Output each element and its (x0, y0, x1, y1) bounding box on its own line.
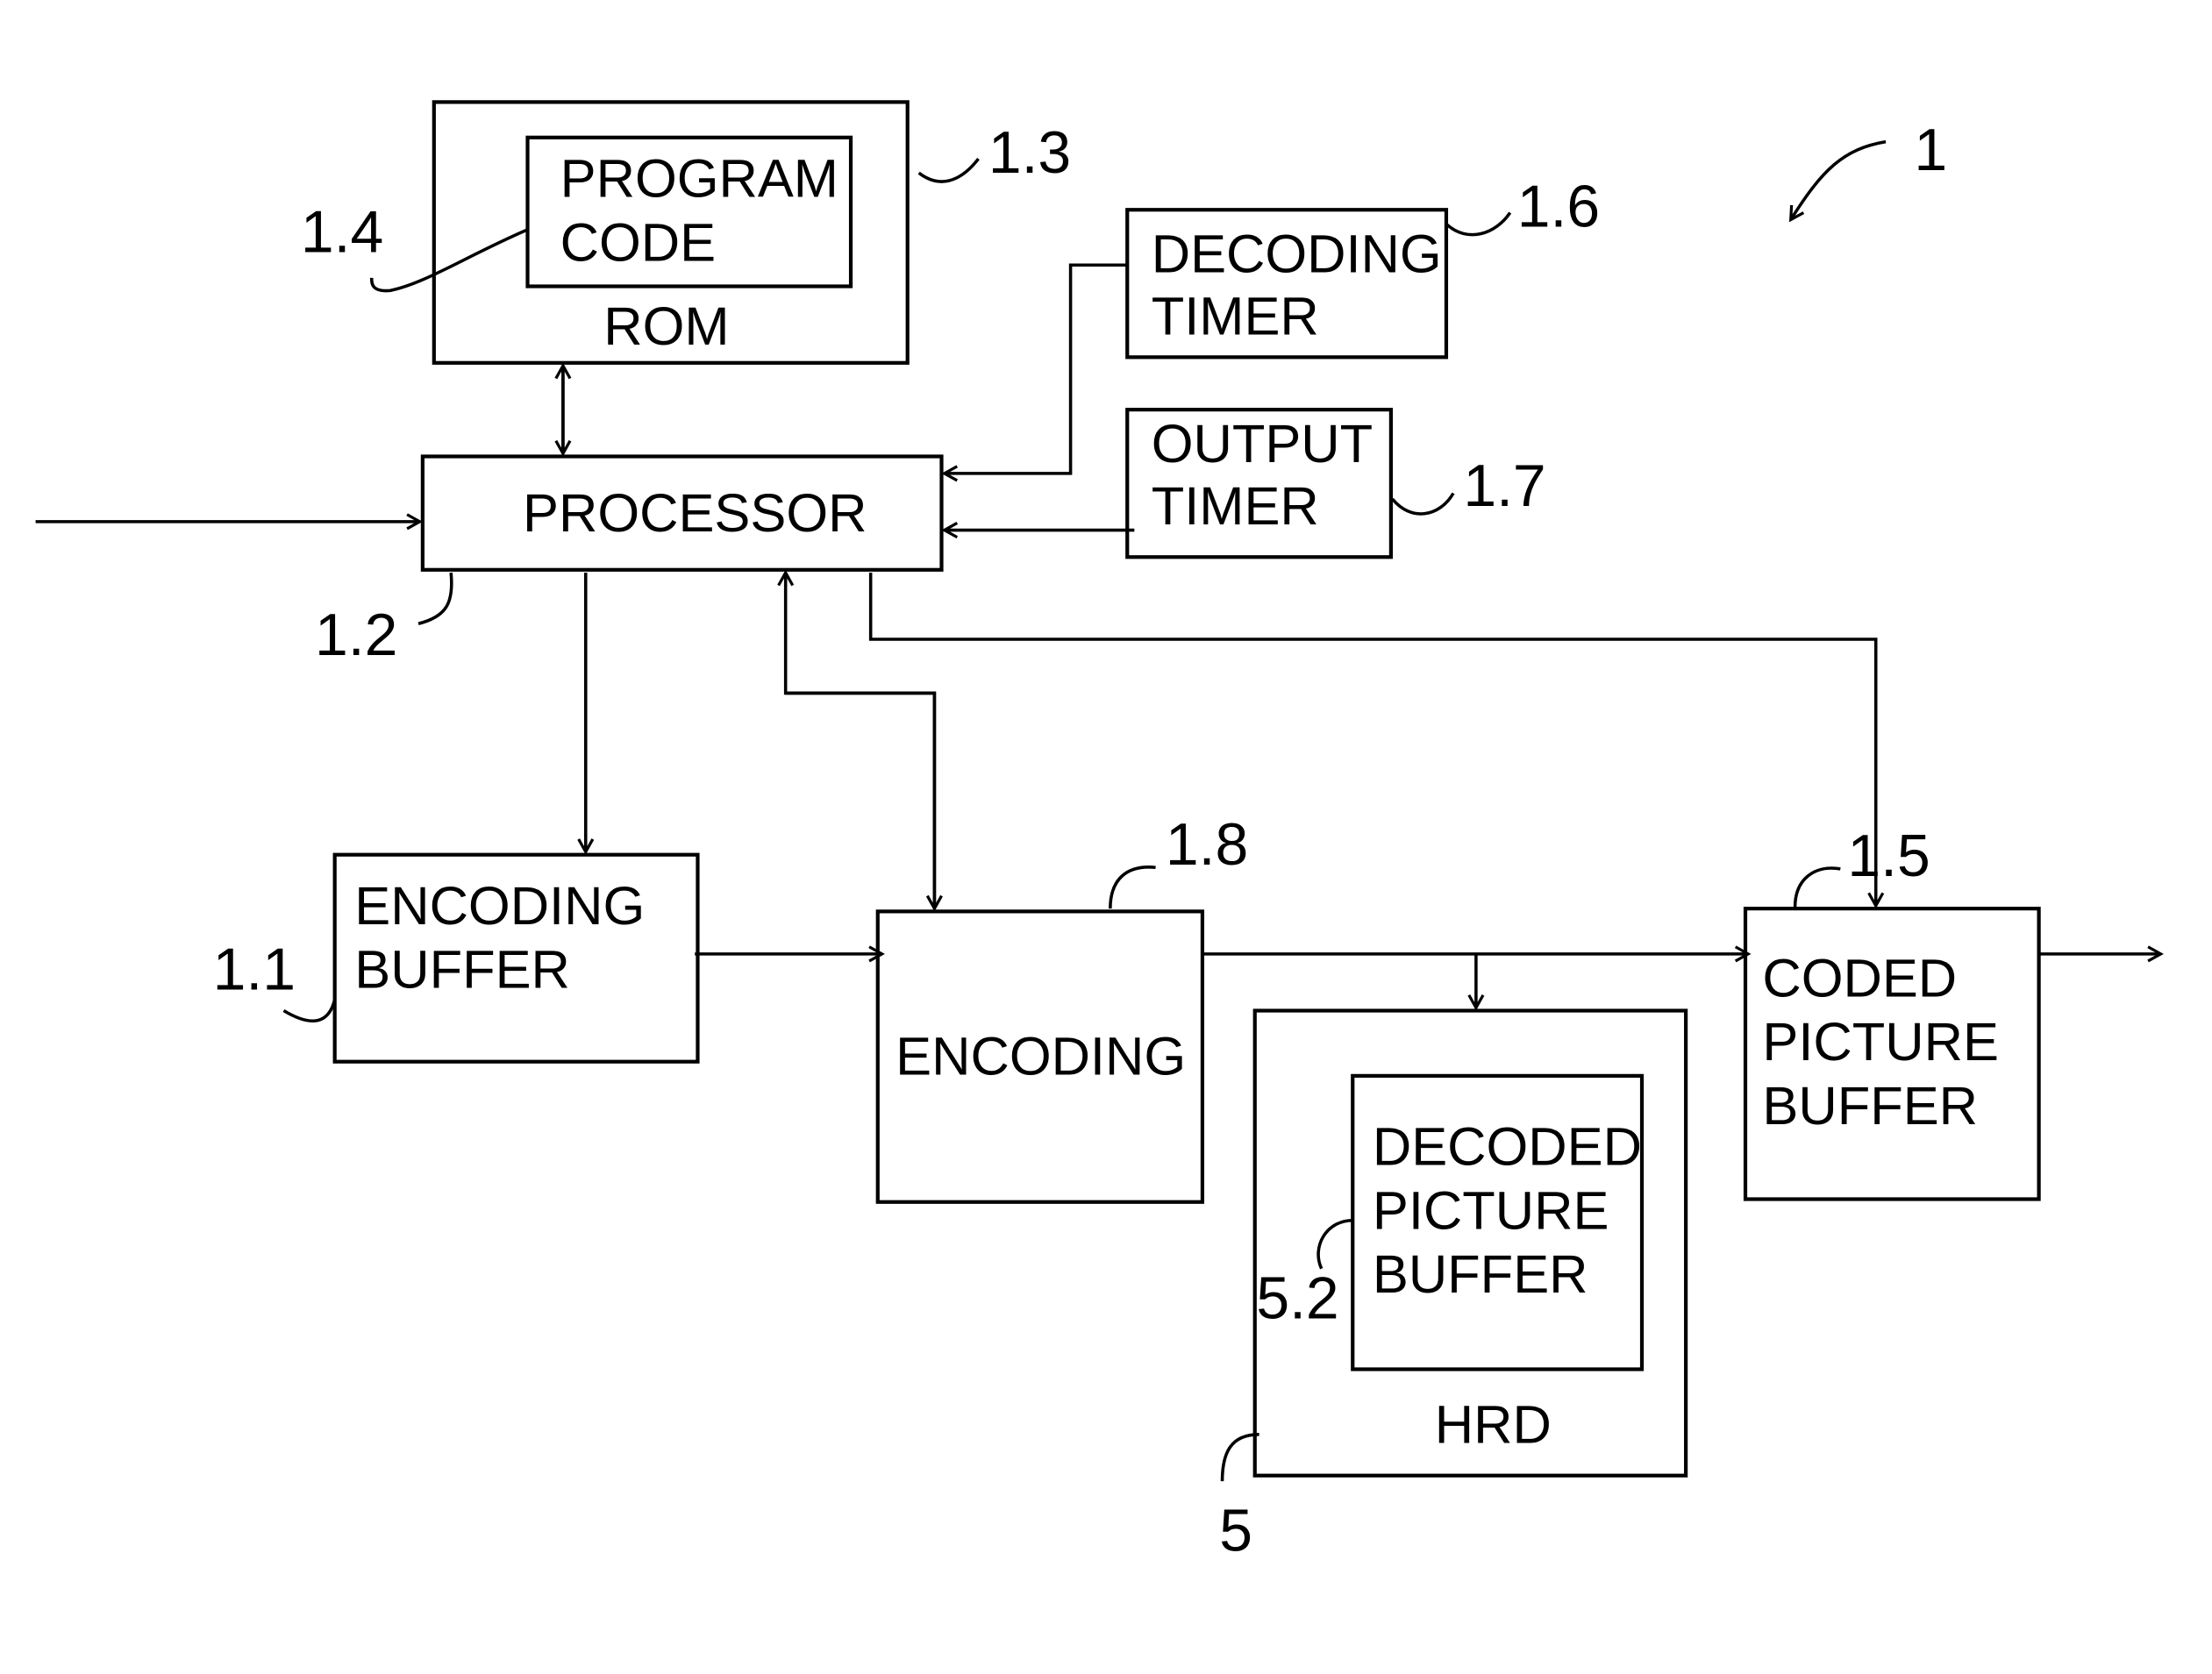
coded-picture-buffer-block: CODED PICTURE BUFFER (1743, 907, 2041, 1201)
dpb-line-1: DECODED (1373, 1117, 1642, 1178)
program-code-block: PROGRAM CODE (525, 135, 853, 288)
dpb-line-2: PICTURE (1373, 1180, 1609, 1241)
decoding-timer-to-processor-arrow (945, 263, 1128, 474)
leader-1-7 (1391, 492, 1455, 516)
decoding-timer-block: DECODING TIMER (1125, 208, 1449, 360)
ref-1-1: 1.1 (213, 937, 296, 1002)
decoding-timer-line-2: TIMER (1152, 286, 1319, 346)
decoding-timer-line-1: DECODING (1152, 224, 1442, 284)
leader-1-8 (1109, 865, 1156, 909)
leader-1-2 (417, 572, 453, 625)
cpb-line-1: CODED (1762, 948, 1957, 1008)
encoding-buffer-line-1: ENCODING (354, 876, 645, 937)
ref-1-6: 1.6 (1517, 175, 1600, 240)
decoded-picture-buffer-block: DECODED PICTURE BUFFER (1351, 1073, 1645, 1371)
processor-to-cpb-arrow (868, 573, 1876, 906)
block-diagram: ROM PROGRAM CODE 1.4 1.3 1 DECODING TIME… (35, 100, 2212, 1564)
output-timer-block: OUTPUT TIMER (1125, 408, 1394, 559)
processor-block: PROCESSOR (420, 454, 944, 572)
leader-1-5 (1793, 866, 1841, 908)
cpb-line-3: BUFFER (1762, 1076, 1978, 1136)
figure-ref-arrow (1791, 139, 1887, 220)
leader-1-3 (917, 157, 980, 183)
ref-5: 5 (1219, 1498, 1252, 1564)
hrd-label: HRD (1435, 1395, 1552, 1456)
dpb-line-3: BUFFER (1373, 1244, 1588, 1305)
processor-label: PROCESSOR (523, 483, 867, 544)
leader-1-6 (1445, 211, 1512, 237)
ref-1-4: 1.4 (301, 200, 383, 266)
output-timer-line-2: TIMER (1152, 476, 1319, 537)
encoding-buffer-line-2: BUFFER (354, 940, 570, 1001)
ref-5-2: 5.2 (1256, 1265, 1338, 1331)
ref-1-7: 1.7 (1463, 453, 1545, 519)
ref-1-3: 1.3 (988, 120, 1071, 186)
program-code-line-1: PROGRAM (560, 149, 838, 210)
encoding-buffer-block: ENCODING BUFFER (332, 852, 700, 1064)
encoding-label: ENCODING (896, 1026, 1186, 1086)
rom-label: ROM (603, 296, 729, 357)
ref-1-8: 1.8 (1166, 812, 1248, 878)
output-timer-line-1: OUTPUT (1152, 414, 1373, 474)
encoding-block: ENCODING (875, 909, 1205, 1204)
ref-1-5: 1.5 (1847, 823, 1930, 889)
ref-1-2: 1.2 (315, 602, 397, 668)
encoding-to-processor-arrow (786, 573, 937, 908)
program-code-line-2: CODE (560, 212, 716, 273)
processor-to-encoding-arrow (785, 691, 935, 908)
cpb-line-2: PICTURE (1762, 1012, 1999, 1072)
figure-ref: 1 (1914, 118, 1947, 183)
leader-1-1 (282, 999, 337, 1023)
